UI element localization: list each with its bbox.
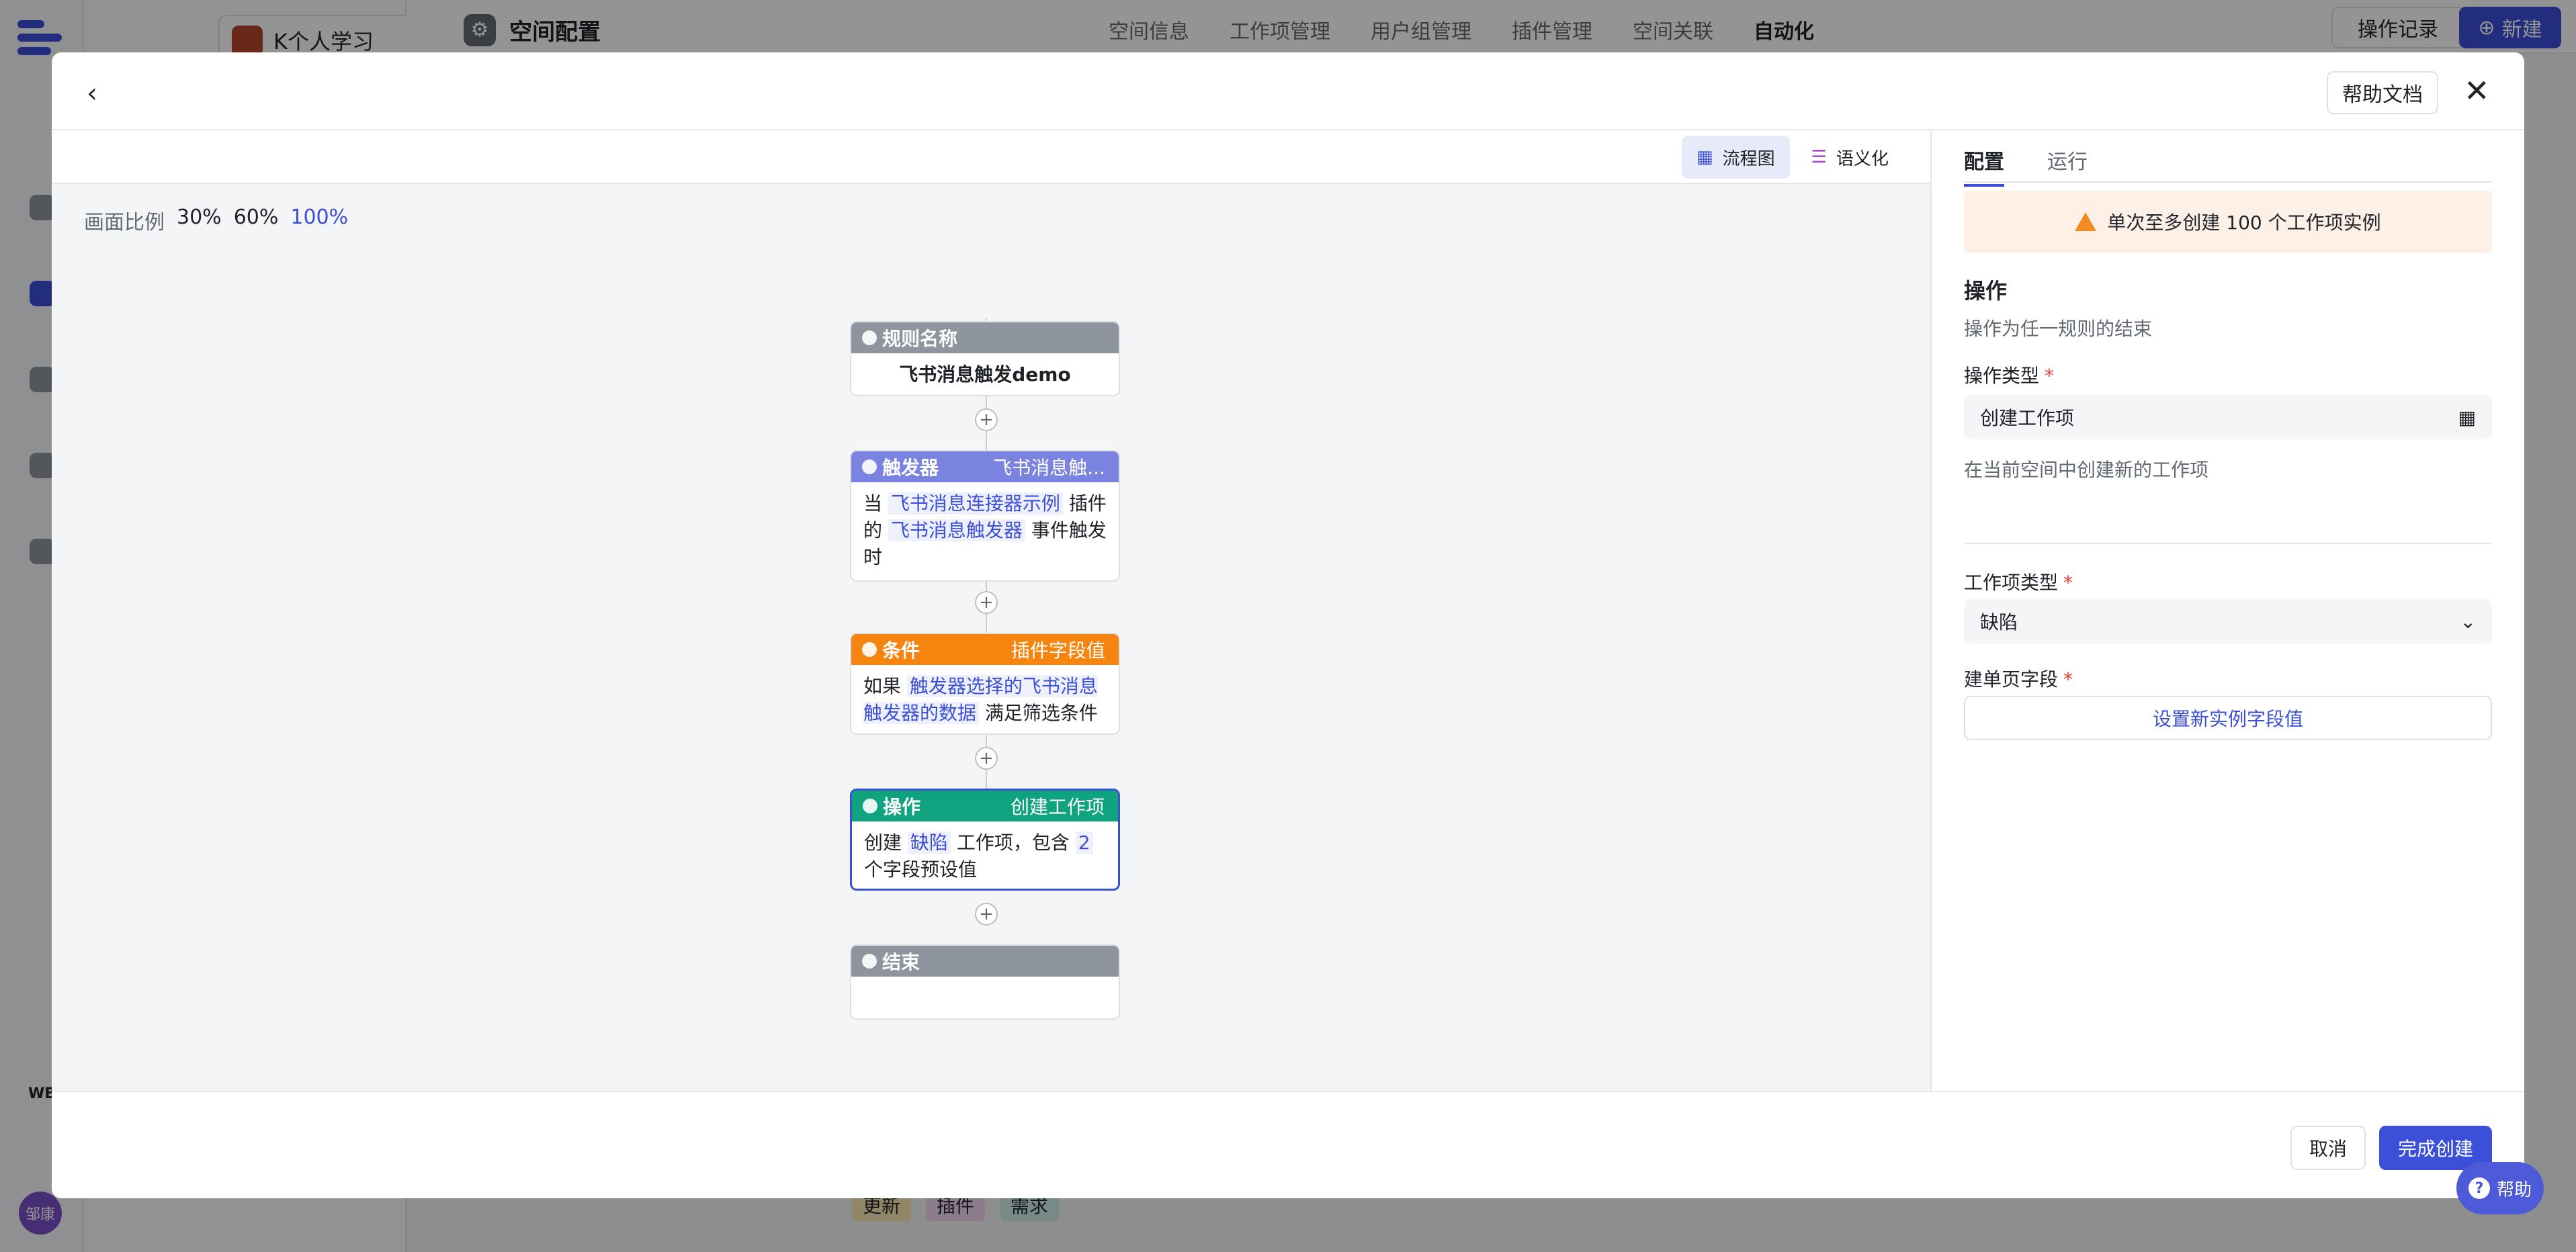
node-header: 规则名称 — [851, 322, 1119, 353]
help-button[interactable]: ? 帮助 — [2456, 1162, 2544, 1214]
modal-header: ‹ 帮助文档 ✕ — [52, 52, 2524, 130]
tab-config[interactable]: 配置 — [1964, 145, 2004, 187]
node-header: 结束 — [851, 946, 1119, 977]
zoom-label: 画面比例 — [84, 211, 165, 234]
question-icon: ? — [2468, 1177, 2490, 1199]
action-icon — [863, 799, 877, 813]
cancel-button[interactable]: 取消 — [2290, 1126, 2366, 1170]
warning-text: 单次至多创建 100 个工作项实例 — [2107, 212, 2381, 234]
node-trigger[interactable]: 触发器 飞书消息触... 当 飞书消息连接器示例 插件的 飞书消息触发器 事件触发… — [850, 450, 1120, 582]
node-subtitle: 飞书消息触... — [993, 457, 1105, 479]
node-condition[interactable]: 条件 插件字段值 如果 触发器选择的飞书消息触发器的数据 满足筛选条件 — [850, 633, 1120, 735]
tab-run[interactable]: 运行 — [2047, 145, 2088, 187]
node-subtitle: 插件字段值 — [1011, 639, 1105, 662]
view-flowchart-button[interactable]: ▦ 流程图 — [1682, 136, 1790, 179]
condition-description: 如果 触发器选择的飞书消息触发器的数据 满足筛选条件 — [851, 665, 1119, 733]
view-toggle: ▦ 流程图 ☰ 语义化 — [1682, 136, 1903, 179]
node-rule-name[interactable]: 规则名称 飞书消息触发demo — [850, 321, 1120, 396]
add-node-button[interactable]: + — [975, 747, 998, 770]
back-icon[interactable]: ‹ — [87, 78, 97, 109]
filter-icon — [862, 642, 877, 657]
config-panel: 配置 运行 单次至多创建 100 个工作项实例 操作 操作为任一规则的结束 操作… — [1932, 130, 2524, 1091]
view-semantic-button[interactable]: ☰ 语义化 — [1797, 136, 1903, 179]
item-type-value: 缺陷 — [1980, 611, 2018, 633]
op-type-label: 操作类型 * — [1964, 361, 2054, 388]
help-label: 帮助 — [2496, 1179, 2532, 1200]
node-header: 条件 插件字段值 — [851, 634, 1119, 665]
form-field-label: 建单页字段 * — [1964, 665, 2073, 692]
node-header: 操作 创建工作项 — [852, 791, 1118, 821]
flow-canvas[interactable]: ▦ 流程图 ☰ 语义化 画面比例 30% 60% 100% 规则名称 飞书消息触发d… — [52, 130, 1932, 1091]
set-field-values-button[interactable]: 设置新实例字段值 — [1964, 696, 2492, 740]
node-title: 结束 — [882, 951, 920, 973]
form-field-label-text: 建单页字段 — [1964, 668, 2059, 690]
add-node-button[interactable]: + — [975, 591, 998, 614]
node-action[interactable]: 操作 创建工作项 创建 缺陷 工作项，包含 2 个字段预设值 — [850, 789, 1120, 891]
op-type-hint: 在当前空间中创建新的工作项 — [1964, 459, 2209, 481]
trigger-description: 当 飞书消息连接器示例 插件的 飞书消息触发器 事件触发时 — [851, 482, 1119, 579]
action-description: 创建 缺陷 工作项，包含 2 个字段预设值 — [852, 821, 1118, 889]
warning-banner: 单次至多创建 100 个工作项实例 — [1964, 191, 2492, 253]
trigger-icon — [862, 459, 877, 474]
highlight-type: 缺陷 — [907, 832, 951, 854]
zoom-60[interactable]: 60% — [234, 206, 279, 235]
required-mark: * — [2063, 668, 2073, 690]
automation-modal: ‹ 帮助文档 ✕ ▦ 流程图 ☰ 语义化 画面比例 30% 60% 100% 规则名… — [52, 52, 2524, 1198]
section-title: 操作 — [1964, 278, 2008, 304]
highlight-plugin: 飞书消息连接器示例 — [888, 492, 1063, 515]
highlight-count: 2 — [1075, 832, 1093, 854]
tab-divider — [1964, 181, 2492, 183]
node-title: 条件 — [882, 639, 920, 662]
text: 满足筛选条件 — [984, 702, 1098, 724]
grid-icon: ▦ — [2458, 406, 2476, 429]
flowchart-icon: ▦ — [1697, 147, 1713, 167]
close-icon[interactable]: ✕ — [2464, 73, 2490, 109]
item-type-label: 工作项类型 * — [1964, 568, 2073, 595]
item-type-label-text: 工作项类型 — [1964, 572, 2059, 594]
text: 个字段预设值 — [864, 858, 978, 881]
list-icon: ☰ — [1811, 147, 1827, 167]
highlight-trigger: 飞书消息触发器 — [888, 519, 1025, 541]
node-end[interactable]: 结束 — [850, 944, 1120, 1020]
node-title: 规则名称 — [882, 328, 958, 350]
view-semantic-label: 语义化 — [1836, 148, 1889, 169]
text: 当 — [863, 492, 883, 515]
section-hint: 操作为任一规则的结束 — [1964, 318, 2153, 340]
modal-footer: 取消 完成创建 — [52, 1091, 2524, 1198]
op-type-label-text: 操作类型 — [1964, 365, 2040, 387]
required-mark: * — [2063, 572, 2073, 594]
node-title: 触发器 — [882, 457, 939, 479]
play-icon — [862, 330, 877, 345]
text: 创建 — [864, 832, 902, 854]
node-header: 触发器 飞书消息触... — [851, 451, 1119, 482]
canvas-toolbar: ▦ 流程图 ☰ 语义化 — [52, 130, 1930, 184]
node-subtitle: 创建工作项 — [1010, 796, 1105, 818]
panel-tabs: 配置 运行 — [1964, 145, 2088, 187]
help-doc-button[interactable]: 帮助文档 — [2327, 71, 2438, 114]
text: 如果 — [863, 675, 902, 697]
zoom-control: 画面比例 30% 60% 100% — [84, 206, 348, 235]
item-type-select[interactable]: 缺陷 ⌄ — [1964, 599, 2492, 643]
op-type-select[interactable]: 创建工作项 ▦ — [1964, 395, 2492, 439]
text: 工作项，包含 — [956, 832, 1070, 854]
chevron-down-icon: ⌄ — [2460, 610, 2476, 633]
stop-icon — [862, 954, 877, 969]
required-mark: * — [2045, 365, 2055, 387]
view-flowchart-label: 流程图 — [1722, 148, 1775, 169]
zoom-100[interactable]: 100% — [290, 206, 348, 235]
warning-icon — [2075, 212, 2097, 231]
add-node-button[interactable]: + — [975, 903, 998, 926]
node-title: 操作 — [883, 796, 921, 818]
zoom-30[interactable]: 30% — [177, 206, 222, 235]
rule-name-text: 飞书消息触发demo — [899, 363, 1071, 386]
divider — [1964, 543, 2492, 544]
op-type-value: 创建工作项 — [1980, 407, 2075, 429]
add-node-button[interactable]: + — [975, 408, 998, 431]
